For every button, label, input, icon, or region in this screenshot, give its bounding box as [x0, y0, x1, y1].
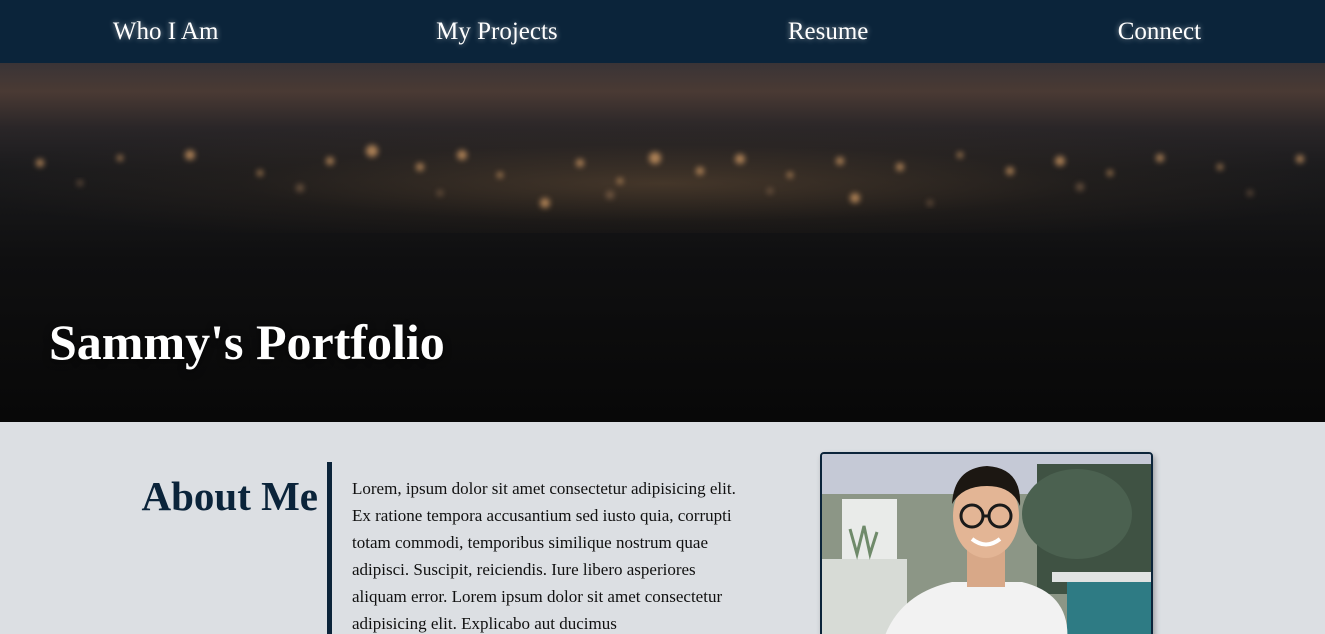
nav-link-who-i-am[interactable]: Who I Am — [0, 18, 331, 46]
about-body-text: Lorem, ipsum dolor sit amet consectetur … — [352, 479, 736, 633]
profile-photo-image — [822, 454, 1151, 634]
about-divider — [327, 462, 332, 634]
profile-photo — [820, 452, 1153, 634]
hero-banner: Sammy's Portfolio — [0, 63, 1325, 422]
page-title: Sammy's Portfolio — [49, 314, 445, 370]
about-heading: About Me — [141, 473, 318, 519]
nav-link-resume[interactable]: Resume — [663, 18, 994, 46]
top-nav: Who I Am My Projects Resume Connect — [0, 0, 1325, 63]
nav-link-my-projects[interactable]: My Projects — [331, 18, 662, 46]
nav-link-connect[interactable]: Connect — [994, 18, 1325, 46]
